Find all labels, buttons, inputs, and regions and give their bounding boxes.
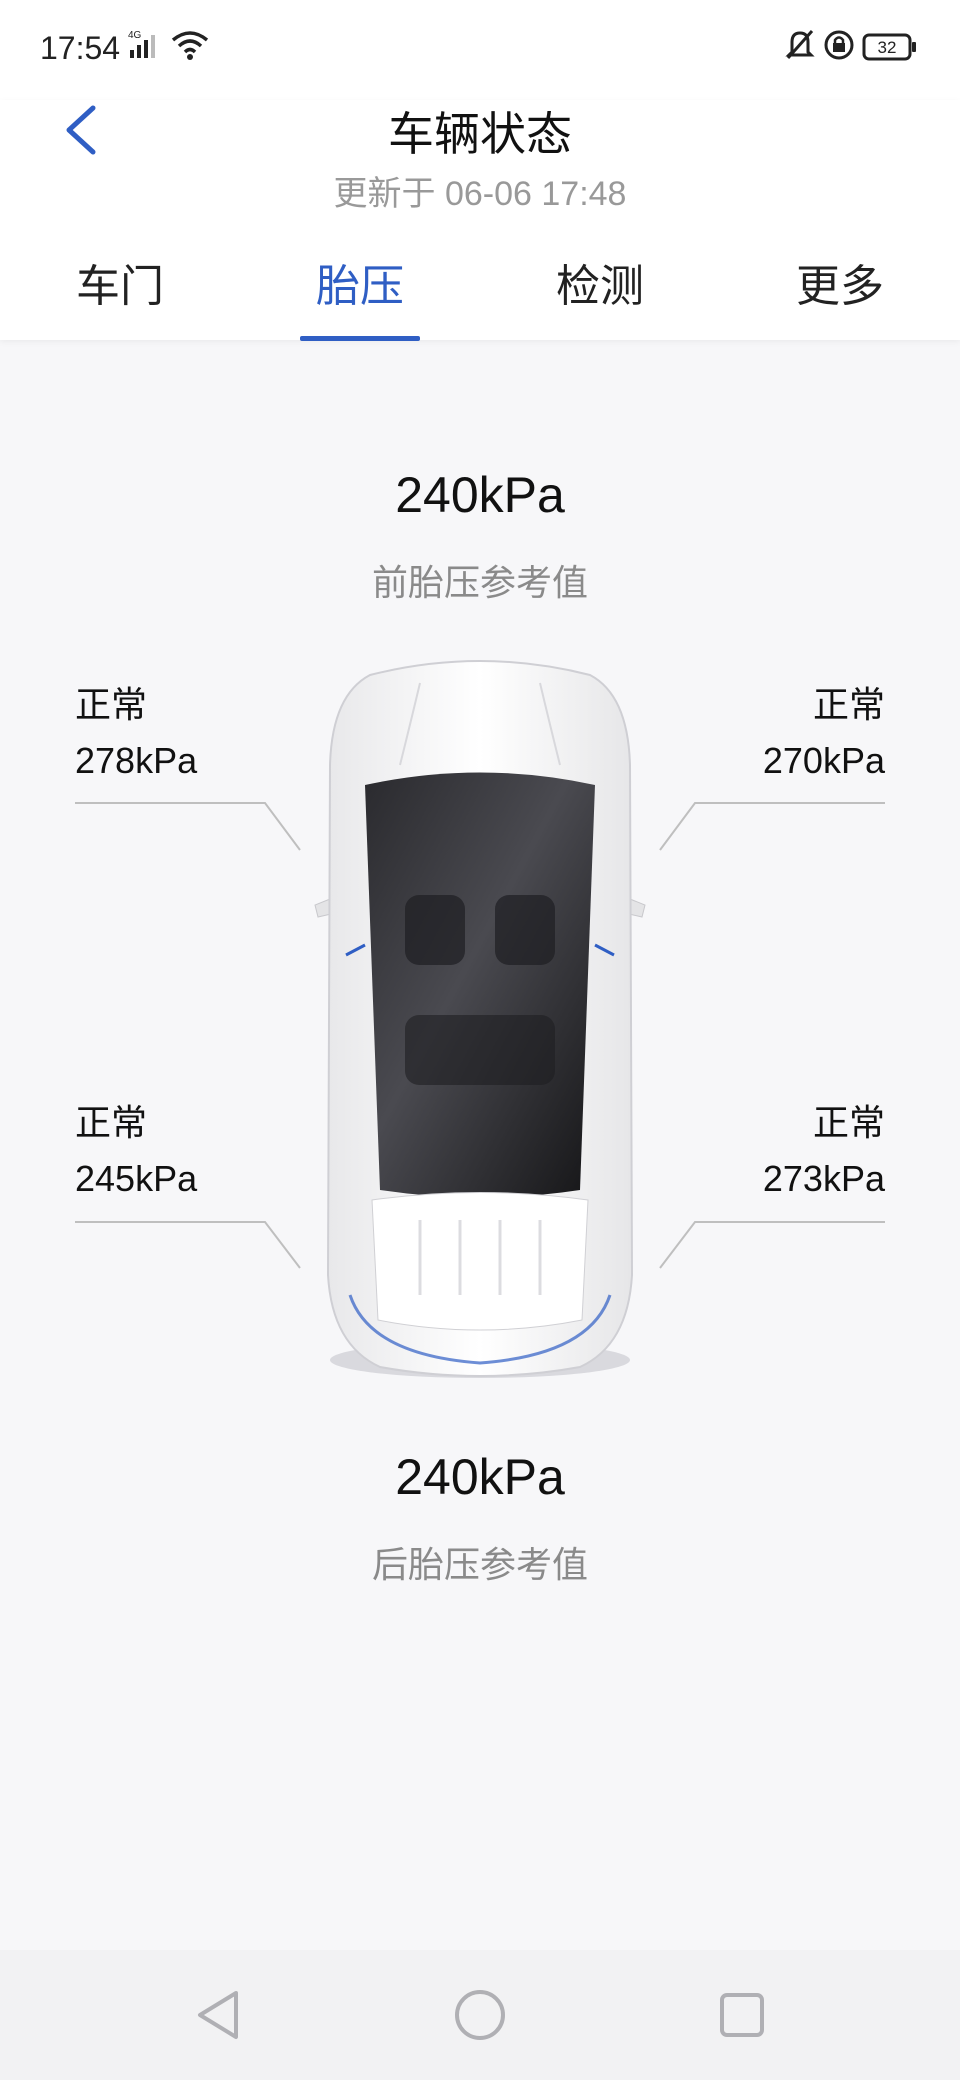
back-triangle-icon[interactable]: [190, 1985, 250, 2045]
car-top-view-image: [314, 660, 646, 1378]
rear-right-pressure: 273kPa: [762, 1158, 885, 1199]
front-left-status: 正常: [75, 685, 148, 726]
recents-square-icon[interactable]: [712, 1985, 772, 2045]
rear-left-status: 正常: [75, 1103, 148, 1144]
front-right-status: 正常: [812, 685, 885, 726]
system-nav-bar: [0, 1950, 960, 2080]
rear-left-pressure: 245kPa: [75, 1158, 198, 1199]
front-left-pressure: 278kPa: [75, 740, 198, 781]
rear-reference-label: 后胎压参考值: [371, 1545, 588, 1586]
front-right-pressure: 270kPa: [762, 740, 885, 781]
rear-reference-value: 240kPa: [395, 1449, 565, 1505]
rear-right-status: 正常: [812, 1103, 885, 1144]
home-circle-icon[interactable]: [450, 1985, 510, 2045]
